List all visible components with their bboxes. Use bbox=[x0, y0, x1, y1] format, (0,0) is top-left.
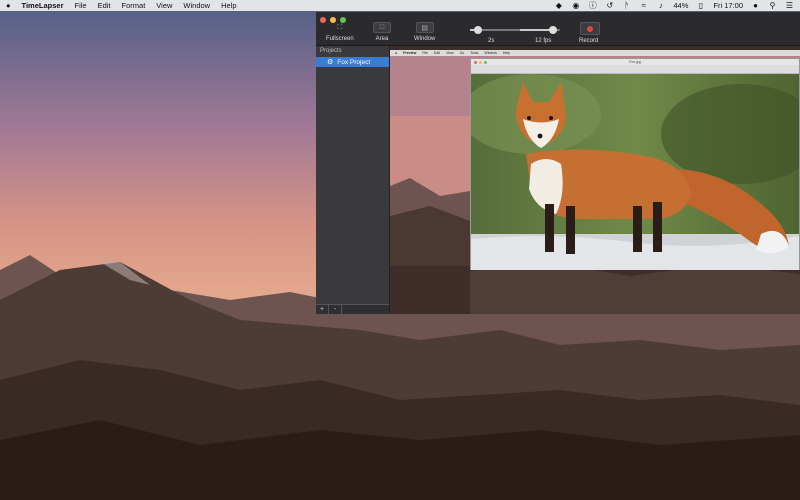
sidebar-item-label: Fox Project bbox=[337, 58, 371, 66]
eye-icon[interactable]: ◉ bbox=[571, 1, 580, 10]
bluetooth-icon[interactable]: ᚫ bbox=[622, 1, 631, 10]
window-icon: ▤ bbox=[415, 22, 434, 33]
fps-label: 12 fps bbox=[535, 38, 552, 44]
timelapser-window: ⛶ Fullscreen □ Area ▤ Window 2s 12 fps R… bbox=[316, 12, 800, 314]
interval-slider[interactable] bbox=[470, 26, 522, 34]
sidebar-footer: + - bbox=[316, 304, 389, 314]
sidebar-item-fox-project[interactable]: ⚙ Fox Project bbox=[316, 57, 389, 67]
preview-menu-tools: Tools bbox=[470, 51, 479, 55]
window-capture-button[interactable]: ▤ Window bbox=[414, 22, 435, 42]
projects-heading: Projects bbox=[320, 48, 342, 54]
preview-menu-app: Preview bbox=[403, 51, 417, 55]
menu-view[interactable]: View bbox=[156, 0, 172, 11]
interval-slider-knob[interactable] bbox=[473, 26, 482, 34]
area-icon: □ bbox=[373, 22, 391, 33]
interval-label: 2s bbox=[488, 38, 495, 44]
preview-image-window: Fox.jpg bbox=[470, 58, 800, 270]
preview-zoom-icon bbox=[484, 60, 487, 64]
window-toolbar: ⛶ Fullscreen □ Area ▤ Window 2s 12 fps R… bbox=[316, 12, 800, 46]
area-button[interactable]: □ Area bbox=[373, 22, 391, 42]
add-project-button[interactable]: + bbox=[316, 305, 329, 314]
notification-center-icon[interactable]: ☰ bbox=[785, 1, 794, 10]
fps-slider[interactable] bbox=[520, 26, 560, 34]
preview-menu-edit: Edit bbox=[434, 51, 441, 55]
preview-minimize-icon bbox=[479, 60, 482, 64]
battery-icon[interactable]: ▯ bbox=[696, 1, 705, 10]
fox-photo bbox=[471, 74, 799, 270]
remove-project-button[interactable]: - bbox=[329, 305, 342, 314]
apple-menu-icon[interactable]: ● bbox=[6, 0, 11, 11]
area-label: Area bbox=[375, 36, 389, 42]
preview-window-toolbar bbox=[471, 65, 799, 74]
spotlight-icon[interactable]: ⚲ bbox=[768, 1, 777, 10]
preview-menu-help: Help bbox=[502, 51, 511, 55]
projects-sidebar: Projects ⚙ Fox Project + - bbox=[316, 46, 390, 314]
preview-menu-file: File bbox=[422, 51, 428, 55]
record-icon bbox=[587, 25, 593, 32]
volume-icon[interactable]: ♪ bbox=[656, 1, 665, 10]
system-menubar: ● TimeLapser File Edit Format View Windo… bbox=[0, 0, 800, 11]
wifi-icon[interactable]: ≈ bbox=[639, 1, 648, 10]
preview-menu-window: Window bbox=[484, 51, 497, 55]
fps-slider-fill bbox=[520, 29, 553, 31]
menu-help[interactable]: Help bbox=[221, 0, 236, 11]
record-label: Record bbox=[579, 38, 599, 44]
capture-preview: ● Preview File Edit View Go Tools Window… bbox=[390, 46, 800, 314]
menu-app-name[interactable]: TimeLapser bbox=[22, 0, 64, 11]
clock[interactable]: Fri 17:00 bbox=[713, 1, 743, 10]
window-capture-label: Window bbox=[414, 36, 436, 42]
preview-menu-view: View bbox=[446, 51, 454, 55]
record-button[interactable] bbox=[580, 22, 600, 35]
time-machine-icon[interactable]: ↺ bbox=[605, 1, 614, 10]
gear-icon: ⚙ bbox=[327, 59, 334, 66]
preview-menubar: ● Preview File Edit View Go Tools Window… bbox=[390, 50, 800, 56]
preview-apple-icon: ● bbox=[395, 51, 398, 55]
fullscreen-label: Fullscreen bbox=[326, 36, 354, 42]
menu-window[interactable]: Window bbox=[183, 0, 210, 11]
user-icon[interactable]: ● bbox=[751, 1, 760, 10]
preview-window-title: Fox.jpg bbox=[629, 60, 641, 64]
fullscreen-icon: ⛶ bbox=[337, 23, 343, 31]
menu-format[interactable]: Format bbox=[122, 0, 146, 11]
fps-slider-knob[interactable] bbox=[548, 26, 557, 34]
dropbox-icon[interactable]: ◆ bbox=[554, 1, 563, 10]
fullscreen-button[interactable]: ⛶ Fullscreen bbox=[326, 22, 354, 43]
info-icon[interactable]: ⓘ bbox=[588, 1, 597, 10]
menubar-status-area: ◆ ◉ ⓘ ↺ ᚫ ≈ ♪ 44% ▯ Fri 17:00 ● ⚲ ☰ bbox=[554, 0, 794, 11]
preview-menu-go: Go bbox=[459, 51, 465, 55]
menu-file[interactable]: File bbox=[75, 0, 87, 11]
menu-edit[interactable]: Edit bbox=[98, 0, 111, 11]
preview-close-icon bbox=[474, 60, 477, 64]
battery-percentage[interactable]: 44% bbox=[673, 1, 688, 10]
